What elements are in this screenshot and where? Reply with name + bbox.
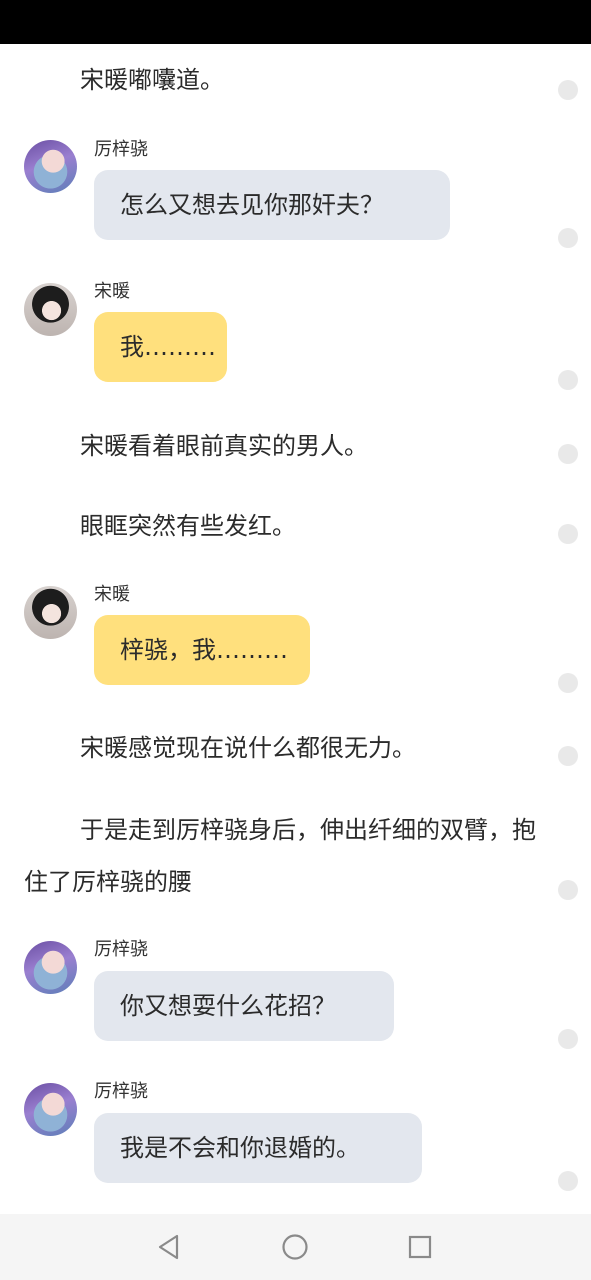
progress-dot[interactable] xyxy=(558,673,578,693)
square-recents-icon xyxy=(408,1235,432,1259)
triangle-back-icon xyxy=(158,1234,179,1260)
speaker-name: 宋暖 xyxy=(94,584,130,605)
speaker-name: 宋暖 xyxy=(94,281,130,302)
speaker-name: 厉梓骁 xyxy=(94,139,148,160)
progress-dot[interactable] xyxy=(558,1029,578,1049)
status-bar xyxy=(0,0,591,44)
avatar-female[interactable] xyxy=(24,586,77,639)
recents-button[interactable] xyxy=(403,1230,437,1264)
speaker-name: 厉梓骁 xyxy=(94,939,148,960)
progress-dot[interactable] xyxy=(558,80,578,100)
narration-line: 于是走到厉梓骁身后，伸出纤细的双臂，抱住了厉梓骁的腰 xyxy=(24,816,536,896)
avatar-male[interactable] xyxy=(24,941,77,994)
message-bubble[interactable]: 我是不会和你退婚的。 xyxy=(94,1113,422,1183)
progress-dot[interactable] xyxy=(558,524,578,544)
avatar-female[interactable] xyxy=(24,283,77,336)
narration-line: 宋暖感觉现在说什么都很无力。 xyxy=(80,734,416,762)
speaker-name: 厉梓骁 xyxy=(94,1081,148,1102)
progress-dot[interactable] xyxy=(558,1171,578,1191)
progress-dot[interactable] xyxy=(558,444,578,464)
message-bubble[interactable]: 你又想耍什么花招？ xyxy=(94,971,394,1041)
progress-dot[interactable] xyxy=(558,880,578,900)
home-button[interactable] xyxy=(278,1230,312,1264)
avatar-male[interactable] xyxy=(24,140,77,193)
narration-line: 宋暖嘟囔道。 xyxy=(80,66,224,94)
progress-dot[interactable] xyxy=(558,746,578,766)
back-button[interactable] xyxy=(152,1230,186,1264)
avatar-male[interactable] xyxy=(24,1083,77,1136)
message-bubble[interactable]: 怎么又想去见你那奸夫？ xyxy=(94,170,450,240)
narration-line: 眼眶突然有些发红。 xyxy=(80,512,296,540)
narration-line: 宋暖看着眼前真实的男人。 xyxy=(80,432,368,460)
progress-dot[interactable] xyxy=(558,228,578,248)
navigation-bar xyxy=(0,1214,591,1280)
circle-home-icon xyxy=(282,1234,308,1260)
progress-dot[interactable] xyxy=(558,370,578,390)
message-bubble[interactable]: 梓骁，我……… xyxy=(94,615,310,685)
message-bubble[interactable]: 我……… xyxy=(94,312,227,382)
